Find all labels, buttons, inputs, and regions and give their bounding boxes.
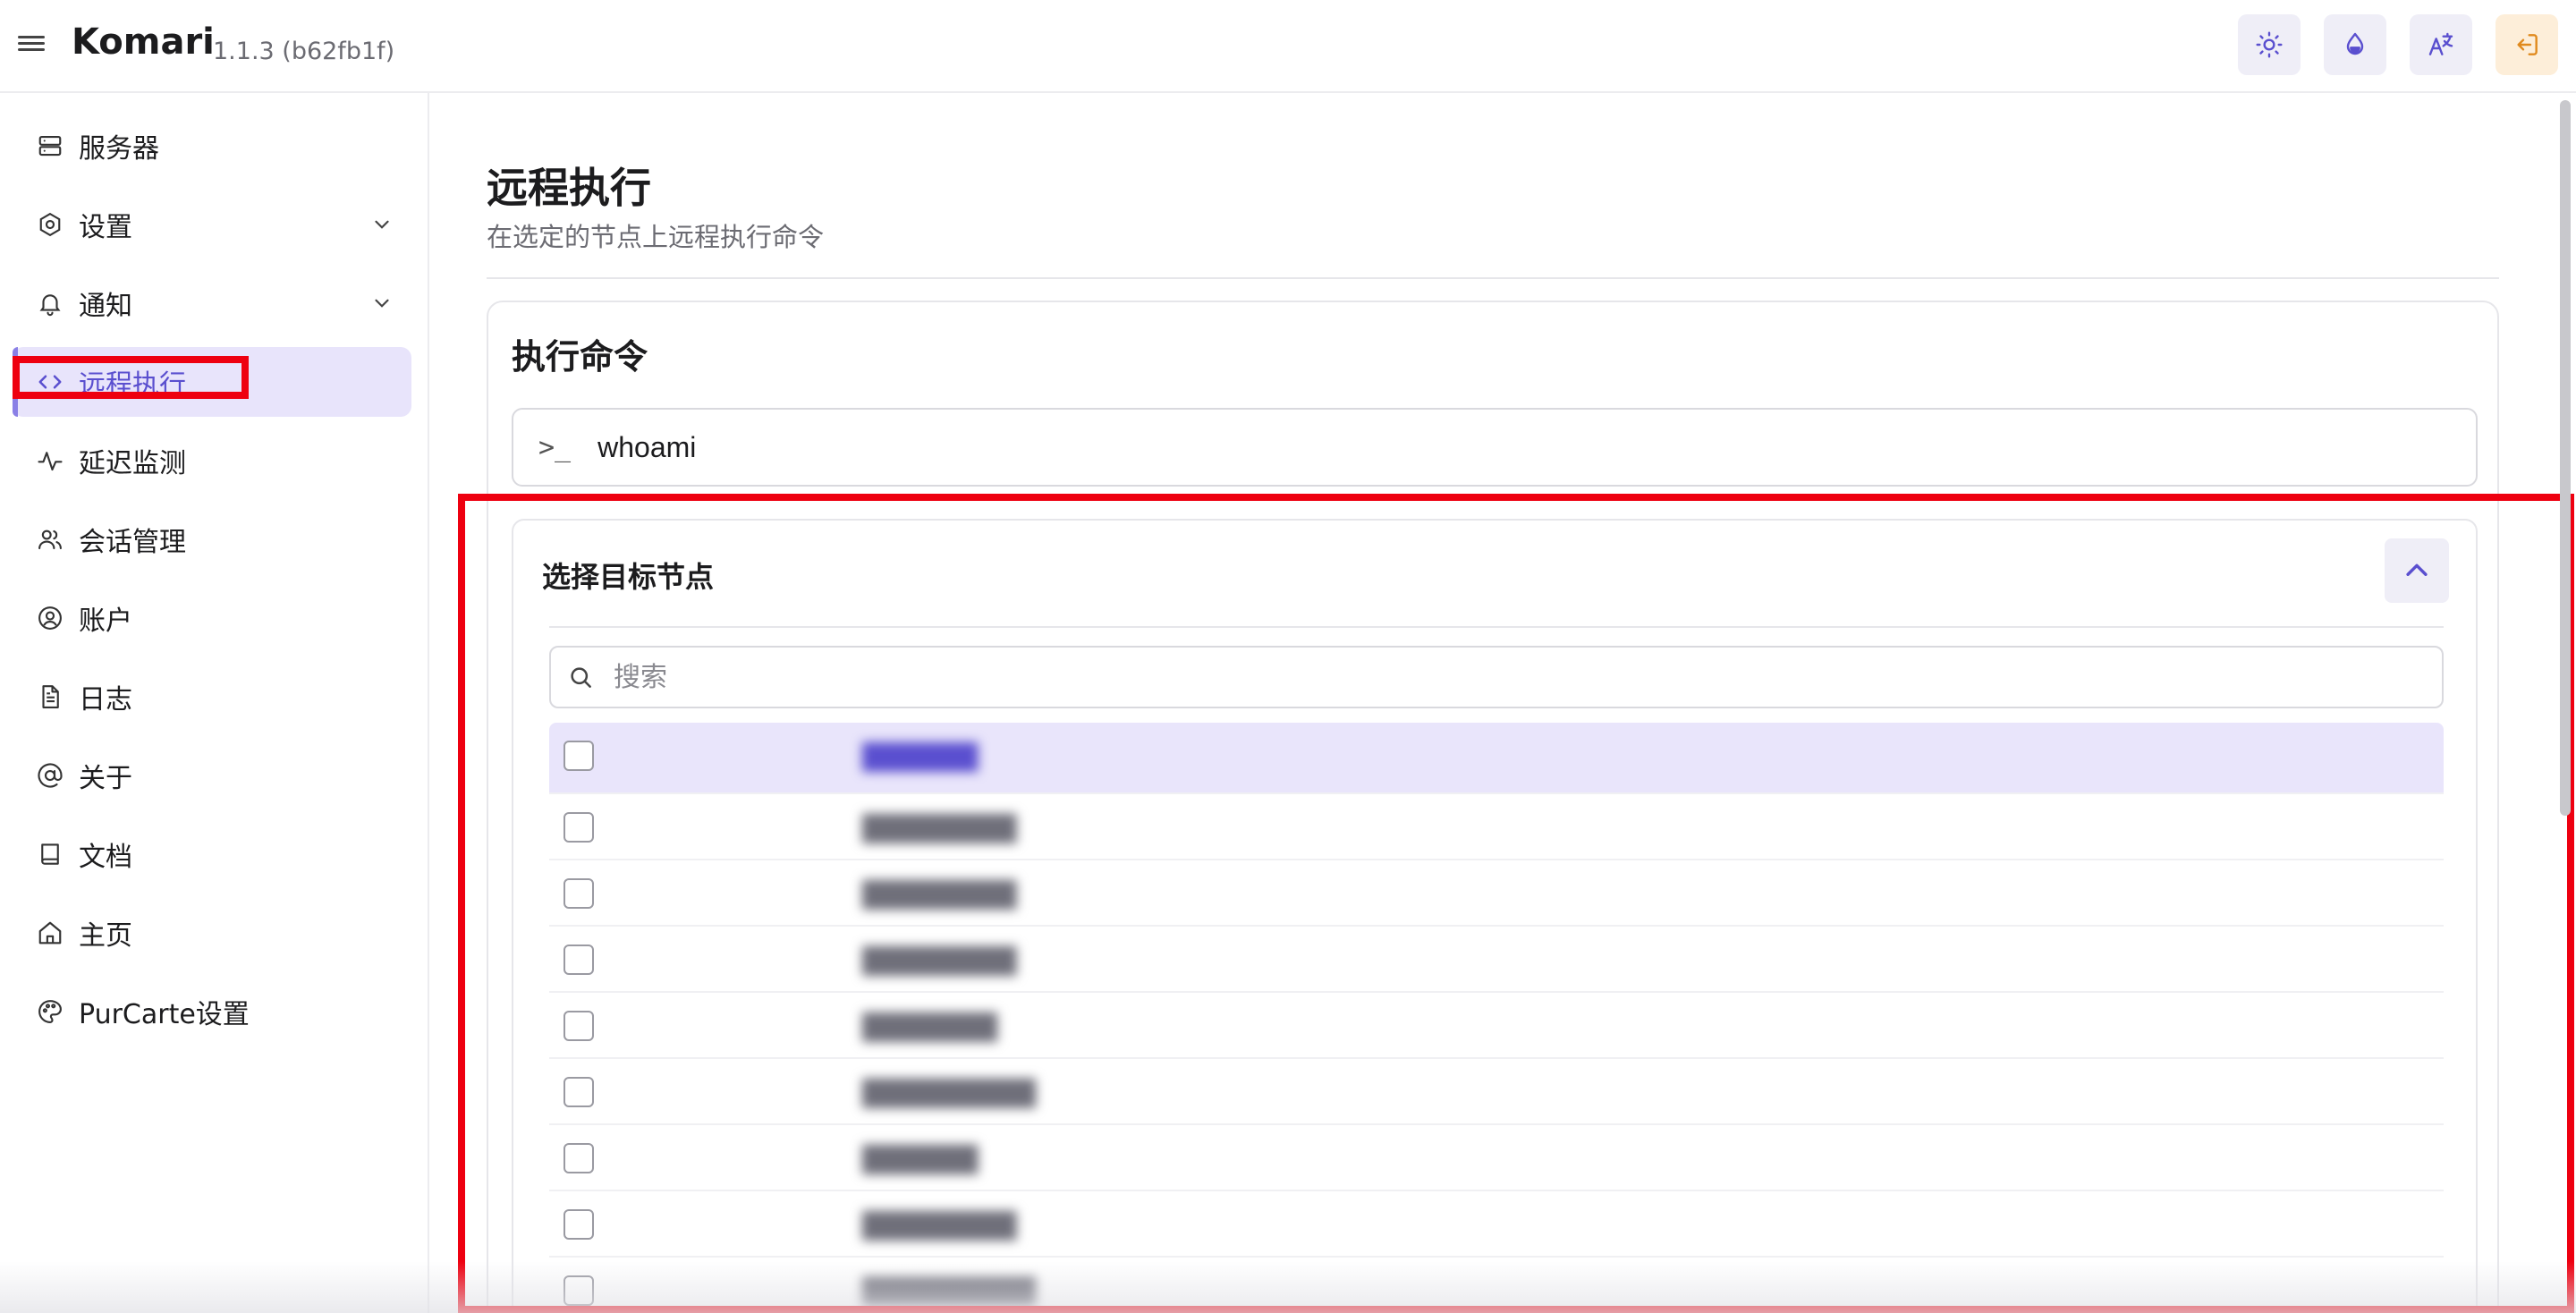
palette-icon (36, 997, 64, 1026)
node-checkbox[interactable] (564, 812, 594, 843)
chevron-up-icon (2406, 563, 2428, 576)
sidebar-item-label: 账户 (79, 606, 132, 637)
node-checkbox[interactable] (564, 945, 594, 975)
scrollbar[interactable] (2560, 100, 2571, 816)
logout-button[interactable] (2496, 14, 2558, 75)
target-panel-title: 选择目标节点 (542, 560, 715, 594)
node-checkbox[interactable] (564, 1011, 594, 1041)
node-name: ███████ (862, 1012, 997, 1042)
page-subtitle: 在选定的节点上远程执行命令 (487, 222, 825, 252)
node-name: ██████ (862, 1145, 979, 1174)
list-item[interactable]: ████████ (549, 860, 2444, 927)
server-icon (36, 131, 64, 160)
node-checkbox[interactable] (564, 878, 594, 909)
translate-icon (2428, 32, 2453, 55)
page-title: 远程执行 (487, 164, 651, 212)
node-name: ████████ (862, 814, 1017, 843)
theme-toggle-button[interactable] (2238, 14, 2301, 75)
sidebar-item-account[interactable]: 账户 (13, 583, 411, 653)
app-header: Komari 1.1.3 (b62fb1f) (0, 0, 2576, 93)
sidebar-item-label: PurCarte设置 (79, 999, 250, 1030)
list-item[interactable]: ██████ (549, 723, 2444, 794)
users-icon (36, 525, 64, 554)
list-item[interactable]: ████████ (549, 794, 2444, 860)
sidebar-item-label: 主页 (79, 920, 132, 952)
list-item[interactable]: ████████ (549, 1191, 2444, 1258)
logout-icon (2517, 34, 2538, 55)
sidebar-item-label: 会话管理 (79, 527, 186, 558)
sidebar-item-label: 远程执行 (79, 369, 186, 401)
node-checkbox[interactable] (564, 1077, 594, 1107)
node-name: █████████ (862, 1277, 1036, 1307)
user-circle-icon (36, 604, 64, 632)
sidebar-item-notifications[interactable]: 通知 (13, 268, 411, 338)
list-item[interactable]: █████████ (549, 1059, 2444, 1125)
sidebar-item-home[interactable]: 主页 (13, 898, 411, 968)
node-checkbox[interactable] (564, 741, 594, 771)
app-version: 1.1.3 (b62fb1f) (213, 38, 395, 65)
search-icon (571, 667, 591, 688)
sidebar-item-logs[interactable]: 日志 (13, 662, 411, 732)
menu-icon[interactable] (18, 32, 45, 59)
exec-command-card: 执行命令 >_ 选择目标节点 ██████ ██ (487, 301, 2499, 1313)
node-checkbox[interactable] (564, 1275, 594, 1306)
node-list: ██████ ████████ ████████ ████████ ██████… (549, 723, 2444, 1313)
sidebar-item-label: 日志 (79, 684, 132, 716)
bell-icon (36, 289, 64, 318)
node-name: ████████ (862, 1211, 1017, 1241)
list-item[interactable]: ███████ (549, 993, 2444, 1059)
node-name: ██████ (862, 742, 979, 772)
collapse-button[interactable] (2385, 538, 2449, 603)
node-name: ████████ (862, 946, 1017, 976)
command-field[interactable]: >_ (512, 408, 2478, 487)
node-checkbox[interactable] (564, 1209, 594, 1240)
sidebar-item-servers[interactable]: 服务器 (13, 111, 411, 181)
node-name: █████████ (862, 1079, 1036, 1108)
book-icon (36, 840, 64, 868)
list-item[interactable]: ████████ (549, 927, 2444, 993)
sidebar-item-latency[interactable]: 延迟监测 (13, 426, 411, 496)
node-search-field[interactable] (549, 646, 2444, 708)
divider (487, 277, 2499, 279)
list-item[interactable]: ██████ (549, 1125, 2444, 1191)
sidebar-item-label: 延迟监测 (79, 448, 186, 479)
sidebar-item-label: 通知 (79, 291, 132, 322)
sidebar-item-sessions[interactable]: 会话管理 (13, 504, 411, 574)
sidebar: 服务器 设置 通知 远程执行 延迟监测 会话管理 账户 日志 关于 文档 主页 (0, 93, 429, 1313)
language-button[interactable] (2410, 14, 2472, 75)
sidebar-item-remote-exec[interactable]: 远程执行 (13, 347, 411, 417)
sidebar-item-about[interactable]: 关于 (13, 741, 411, 810)
node-name: ████████ (862, 880, 1017, 910)
file-text-icon (36, 682, 64, 711)
sidebar-item-label: 服务器 (79, 133, 159, 165)
sidebar-item-settings[interactable]: 设置 (13, 190, 411, 259)
settings-icon (36, 210, 64, 239)
activity-icon (36, 446, 64, 475)
card-title: 执行命令 (512, 337, 648, 377)
home-icon (36, 919, 64, 947)
at-sign-icon (36, 761, 64, 790)
droplet-icon (2346, 32, 2364, 55)
node-checkbox[interactable] (564, 1143, 594, 1173)
chevron-down-icon (375, 220, 389, 229)
sidebar-item-label: 文档 (79, 842, 132, 873)
app-title: Komari (72, 21, 215, 63)
chevron-down-icon (375, 299, 389, 308)
sidebar-item-label: 设置 (79, 212, 132, 243)
sidebar-item-purcarte-settings[interactable]: PurCarte设置 (13, 977, 411, 1046)
node-search-input[interactable] (614, 661, 2402, 693)
list-item[interactable]: █████████ (549, 1258, 2444, 1313)
main-content: 远程执行 在选定的节点上远程执行命令 执行命令 >_ 选择目标节点 ██████ (431, 93, 2551, 1313)
target-node-panel: 选择目标节点 ██████ ████████ (512, 519, 2478, 1313)
code-icon (36, 368, 64, 396)
color-theme-button[interactable] (2324, 14, 2386, 75)
sidebar-item-label: 关于 (79, 763, 132, 794)
sun-icon (2256, 31, 2283, 58)
terminal-icon: >_ (538, 431, 572, 463)
command-input[interactable] (597, 430, 2387, 464)
sidebar-item-docs[interactable]: 文档 (13, 819, 411, 889)
divider (549, 626, 2444, 628)
